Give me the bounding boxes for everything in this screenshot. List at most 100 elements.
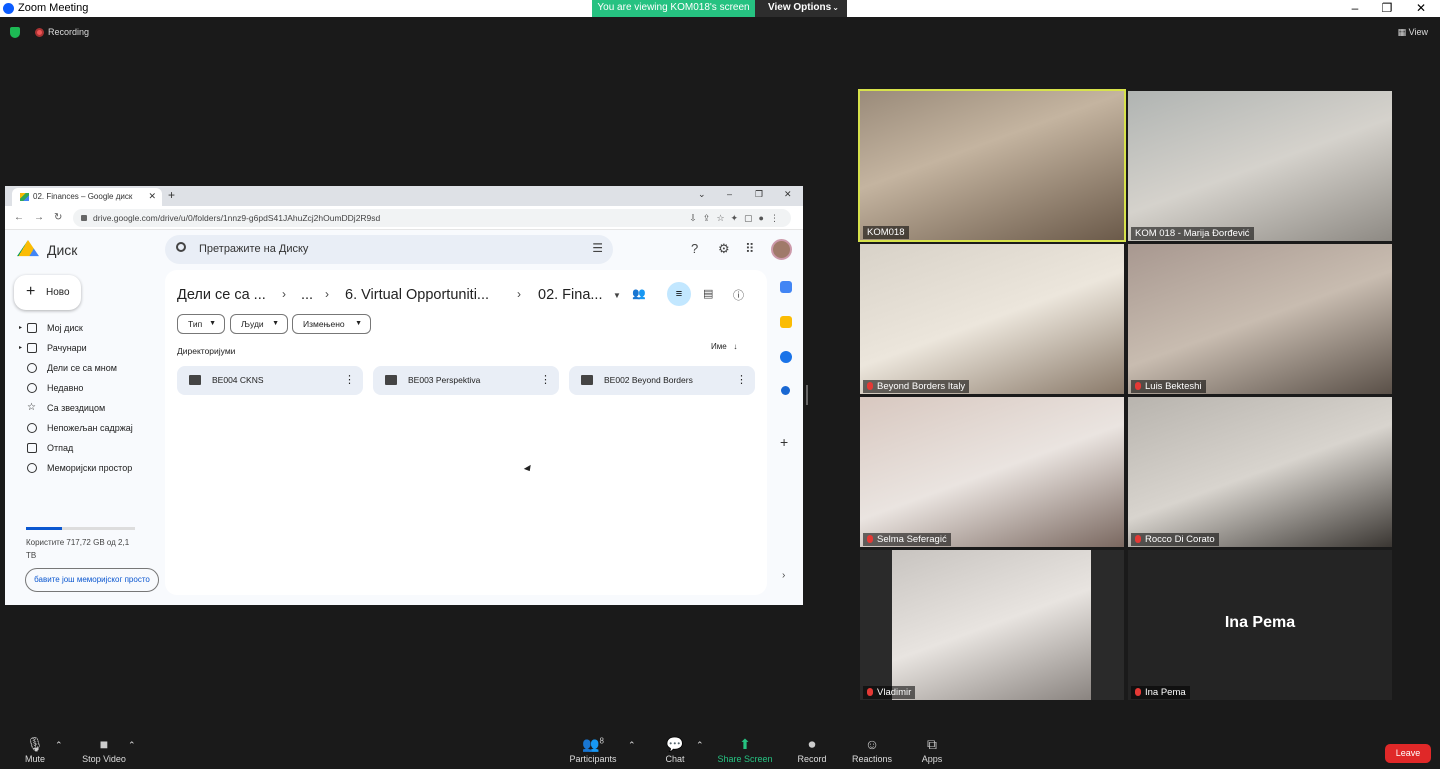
muted-mic-icon (1135, 688, 1141, 696)
mute-button[interactable]: 🎙 Mute (16, 736, 54, 764)
list-view-icon[interactable]: ▤ (703, 287, 713, 300)
folder-icon (385, 375, 397, 385)
split-divider[interactable] (806, 385, 808, 405)
reactions-button[interactable]: ☺ Reactions (850, 736, 894, 764)
stop-video-button[interactable]: ■ Stop Video (78, 736, 130, 764)
new-button[interactable]: + Ново (14, 275, 81, 310)
extension-icons[interactable]: ⇩⇪☆✦▢●⋮ (689, 209, 785, 227)
forward-icon[interactable]: → (34, 212, 44, 223)
breadcrumb-more[interactable]: ... (301, 287, 313, 303)
filter-type-chip[interactable]: Тип ▼ (177, 314, 225, 334)
recording-label: Recording (48, 27, 90, 37)
folder-icon (189, 375, 201, 385)
caret-down-icon[interactable]: ▼ (613, 291, 621, 300)
leave-button[interactable]: Leave (1385, 744, 1431, 763)
minimize-icon[interactable]: – (1338, 0, 1372, 17)
search-options-icon[interactable]: ☰ (592, 241, 603, 255)
browser-close-icon[interactable]: ✕ (784, 189, 792, 200)
contacts-icon[interactable] (781, 386, 790, 395)
trash-icon (27, 443, 37, 453)
sidebar-item-recent[interactable]: Недавно (23, 379, 173, 397)
lock-icon (81, 215, 87, 221)
video-tile[interactable]: Luis Bekteshi (1128, 244, 1392, 394)
filter-modified-chip[interactable]: Измењено ▼ (292, 314, 371, 334)
share-people-icon[interactable]: 👥 (632, 287, 646, 300)
security-shield-icon[interactable] (10, 27, 20, 38)
filter-people-chip[interactable]: Људи ▼ (230, 314, 288, 334)
info-icon[interactable]: ⓘ (733, 287, 744, 303)
record-button[interactable]: ⏺ Record (794, 736, 830, 764)
back-icon[interactable]: ← (14, 212, 24, 223)
add-addon-icon[interactable]: + (780, 434, 788, 450)
more-icon[interactable]: ⋮ (736, 366, 747, 395)
folder-item[interactable]: BE004 CKNS ⋮ (177, 366, 363, 395)
browser-tab-strip: 02. Finances – Google диск ✕ + ⌄ – ❐ ✕ (5, 186, 803, 206)
more-icon[interactable]: ⋮ (344, 366, 355, 395)
sidebar-item-my-drive[interactable]: ▸ Мој диск (19, 319, 173, 337)
chat-options-icon[interactable]: ⌃ (696, 740, 704, 751)
apps-button[interactable]: ⧉ Apps (916, 736, 948, 764)
tasks-icon[interactable] (780, 351, 792, 363)
breadcrumb-current[interactable]: 02. Fina... (538, 287, 602, 303)
view-options-button[interactable]: View Options ⌄ (755, 0, 847, 17)
sidebar-item-spam[interactable]: Непожељан садржај (23, 419, 173, 437)
apps-grid-icon[interactable]: ⠿ (745, 241, 755, 257)
close-icon[interactable]: ✕ (1404, 0, 1438, 17)
breadcrumb-shared[interactable]: Дели се са ... (177, 287, 266, 303)
audio-options-icon[interactable]: ⌃ (55, 740, 63, 751)
sort-button[interactable]: Име ↓ (711, 342, 737, 351)
muted-mic-icon (867, 535, 873, 543)
tab-close-icon[interactable]: ✕ (148, 188, 156, 205)
sidebar-item-computers[interactable]: ▸ Рачунари (19, 339, 173, 357)
folder-item[interactable]: BE002 Beyond Borders ⋮ (569, 366, 755, 395)
collapse-panel-icon[interactable]: › (782, 570, 785, 581)
participant-name: Selma Seferagić (863, 533, 951, 546)
video-tile[interactable]: Beyond Borders Italy (860, 244, 1124, 394)
reactions-icon: ☺ (864, 736, 880, 752)
video-tile[interactable]: Selma Seferagić (860, 397, 1124, 547)
view-button[interactable]: ▦ View (1398, 27, 1428, 38)
browser-maximize-icon[interactable]: ❐ (755, 189, 763, 200)
get-more-storage-button[interactable]: бавите још меморијског просто (25, 568, 159, 592)
more-icon[interactable]: ⋮ (540, 366, 551, 395)
drive-search-input[interactable]: Претражите на Диску ☰ (165, 235, 613, 264)
gear-icon[interactable]: ⚙ (718, 241, 730, 257)
share-screen-button[interactable]: ⬆ Share Screen (716, 736, 774, 764)
people-icon (27, 363, 37, 373)
window-title: Zoom Meeting (18, 2, 89, 14)
zoom-logo-icon (3, 3, 14, 14)
calendar-icon[interactable] (780, 281, 792, 293)
sidebar-item-starred[interactable]: ☆ Са звездицом (23, 399, 173, 417)
muted-mic-icon (1135, 535, 1141, 543)
folder-item[interactable]: BE003 Perspektiva ⋮ (373, 366, 559, 395)
new-tab-icon[interactable]: + (168, 188, 175, 202)
help-icon[interactable]: ? (691, 241, 698, 256)
reload-icon[interactable]: ↻ (54, 212, 62, 223)
plus-icon: + (26, 283, 36, 300)
chat-button[interactable]: 💬 Chat (660, 736, 690, 764)
video-tile[interactable]: KOM 018 - Marija Đorđević (1128, 91, 1392, 241)
avatar[interactable] (771, 239, 792, 260)
keep-icon[interactable] (780, 316, 792, 328)
filter-icon[interactable]: ≡ (667, 282, 691, 306)
breadcrumb-virtual[interactable]: 6. Virtual Opportuniti... (345, 287, 489, 303)
video-tile[interactable]: KOM018 (858, 89, 1126, 242)
sidebar-item-storage[interactable]: Меморијски простор (23, 459, 173, 477)
video-options-icon[interactable]: ⌃ (128, 740, 136, 751)
participants-button[interactable]: 👥8 Participants (566, 736, 620, 764)
record-icon: ⏺ (808, 736, 816, 752)
sidebar-item-trash[interactable]: Отпад (23, 439, 173, 457)
browser-minimize-icon[interactable]: – (727, 189, 732, 199)
sidebar-item-shared[interactable]: Дели се са мном (23, 359, 173, 377)
participants-options-icon[interactable]: ⌃ (628, 740, 636, 751)
browser-tab[interactable]: 02. Finances – Google диск ✕ (12, 188, 162, 206)
address-bar[interactable]: drive.google.com/drive/u/0/folders/1nnz9… (73, 209, 791, 227)
tab-search-icon[interactable]: ⌄ (698, 189, 706, 200)
video-tile[interactable]: Vladimir (860, 550, 1124, 700)
drive-app-name: Диск (47, 242, 78, 258)
browser-toolbar: ← → ↻ drive.google.com/drive/u/0/folders… (5, 206, 803, 230)
zoom-title-bar: Zoom Meeting You are viewing KOM018's sc… (0, 0, 1440, 17)
video-tile[interactable]: Rocco Di Corato (1128, 397, 1392, 547)
maximize-icon[interactable]: ❐ (1370, 0, 1404, 17)
video-tile[interactable]: Ina Pema Ina Pema (1128, 550, 1392, 700)
